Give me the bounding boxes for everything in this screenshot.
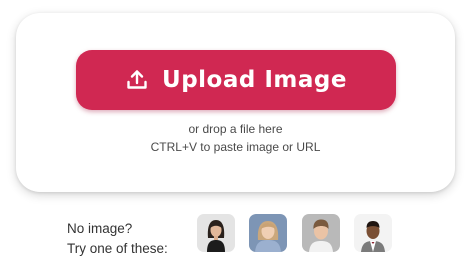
sample-woman-photo[interactable] xyxy=(197,214,235,252)
upload-button-label: Upload Image xyxy=(162,67,347,93)
paste-hint: CTRL+V to paste image or URL xyxy=(150,140,321,154)
sample-girl-photo[interactable] xyxy=(249,214,287,252)
samples-prompt: No image? Try one of these: xyxy=(67,219,168,259)
sample-child-suit-photo[interactable] xyxy=(354,214,392,252)
upload-icon xyxy=(125,68,149,92)
drop-hint: or drop a file here xyxy=(188,122,283,136)
page: Upload Image or drop a file here CTRL+V … xyxy=(0,0,470,273)
upload-image-button[interactable]: Upload Image xyxy=(76,50,396,110)
samples-prompt-line2: Try one of these: xyxy=(67,241,168,256)
sample-boy-photo[interactable] xyxy=(302,214,340,252)
samples-prompt-line1: No image? xyxy=(67,221,133,236)
